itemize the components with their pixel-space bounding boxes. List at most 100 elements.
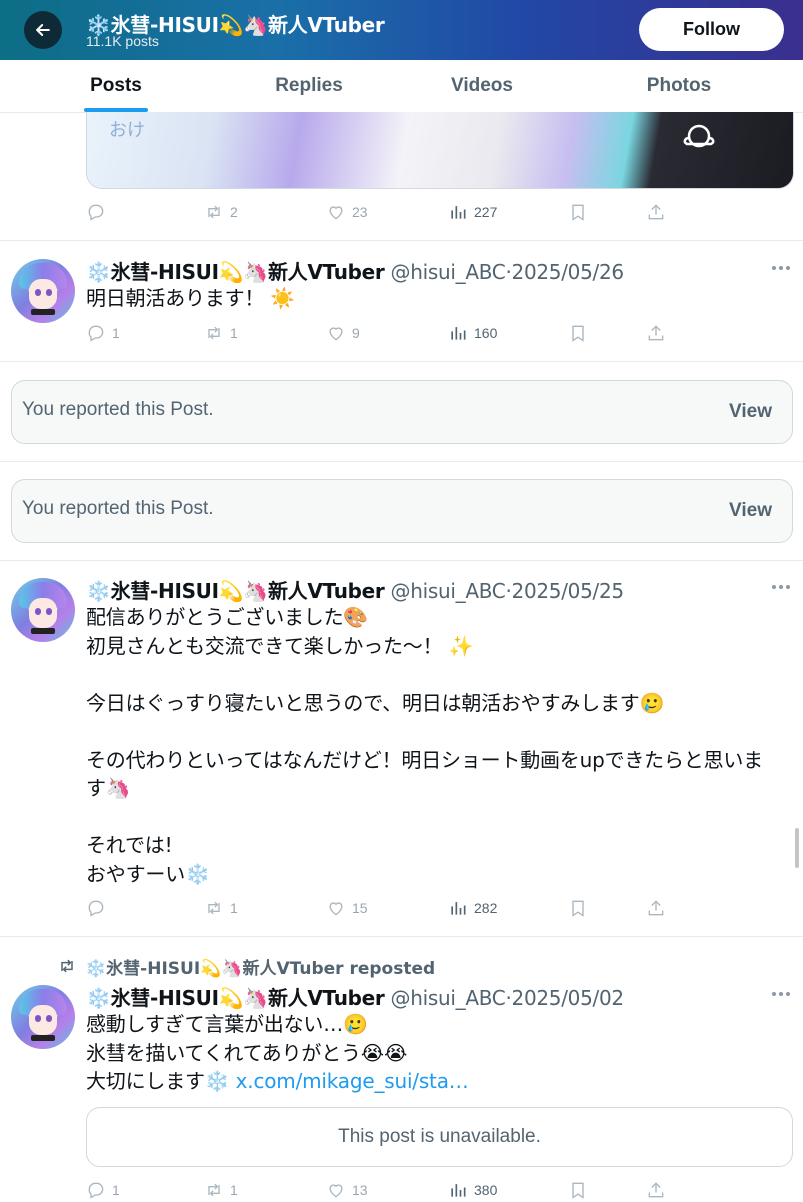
repost-label[interactable]: ❄️氷彗-HISUI💫🦄新人VTuber reposted <box>85 954 435 979</box>
repost-arrows-icon <box>208 326 220 340</box>
author-handle[interactable]: @hisui_ABC <box>391 986 506 1010</box>
post0-actions: 2 23 227 <box>86 200 686 224</box>
author-name[interactable]: ❄️氷彗-HISUI💫🦄新人VTuber <box>86 986 385 1010</box>
profile-tabs: Posts Replies Videos Photos <box>0 60 803 113</box>
bar-chart-icon <box>451 902 466 915</box>
tab-photos[interactable]: Photos <box>640 60 718 112</box>
post-text-line: 氷彗を描いてくれてありがとう😭😭 <box>86 1040 408 1065</box>
bookmark-icon <box>572 325 584 342</box>
post3-actions: 1 1 13 380 <box>86 1178 686 1202</box>
post2-header: ❄️氷彗-HISUI💫🦄新人VTuber @hisui_ABC·2025/05/… <box>86 579 625 603</box>
repost-button[interactable]: 1 <box>204 896 238 920</box>
like-count: 15 <box>352 900 368 916</box>
repost-arrows-icon <box>208 901 220 915</box>
reply-button[interactable]: 1 <box>86 1178 120 1202</box>
reported-post-notice: You reported this Post. View <box>11 479 793 543</box>
bookmark-icon <box>572 1182 584 1199</box>
speech-bubble-icon <box>88 204 104 221</box>
reply-button[interactable] <box>86 200 112 224</box>
post-text-line: 大切にします❄️ <box>86 1069 236 1093</box>
share-button[interactable] <box>646 896 666 920</box>
share-upload-icon <box>648 1182 664 1198</box>
avatar[interactable] <box>11 578 75 642</box>
post-divider <box>0 560 803 561</box>
repost-arrows-icon <box>208 205 220 219</box>
heart-icon <box>329 206 343 220</box>
author-name[interactable]: ❄️氷彗-HISUI💫🦄新人VTuber <box>86 260 385 284</box>
post-text: 明日朝活あります！ ☀️ <box>86 286 296 310</box>
bookmark-icon <box>572 900 584 917</box>
bar-chart-icon <box>451 206 466 219</box>
like-count: 23 <box>352 204 368 220</box>
post-count: 11.1K posts <box>86 33 159 49</box>
like-button[interactable]: 13 <box>326 1178 368 1202</box>
view-count: 380 <box>474 1182 498 1198</box>
repost-count: 1 <box>230 325 238 341</box>
avatar[interactable] <box>11 985 75 1049</box>
post-divider <box>0 240 803 241</box>
author-name[interactable]: ❄️氷彗-HISUI💫🦄新人VTuber <box>86 579 385 603</box>
media-character-icon <box>683 124 715 148</box>
repost-button[interactable]: 1 <box>204 321 238 345</box>
bookmark-button[interactable] <box>568 1178 588 1202</box>
post-link[interactable]: x.com/mikage_sui/sta… <box>236 1069 469 1093</box>
reply-button[interactable]: 1 <box>86 321 120 345</box>
author-handle[interactable]: @hisui_ABC <box>391 579 506 603</box>
bar-chart-icon <box>451 327 466 340</box>
post-divider <box>0 461 803 462</box>
reply-count: 1 <box>112 1182 120 1198</box>
ellipsis-icon[interactable] <box>771 991 791 997</box>
author-handle[interactable]: @hisui_ABC <box>391 260 506 284</box>
views-button[interactable]: 160 <box>448 321 497 345</box>
scrollbar[interactable] <box>795 828 799 868</box>
view-reported-button[interactable]: View <box>729 401 772 423</box>
tab-posts[interactable]: Posts <box>84 60 148 112</box>
reported-text: You reported this Post. <box>22 498 214 519</box>
post2-actions: 1 15 282 <box>86 896 686 920</box>
repost-arrows-icon <box>61 959 73 973</box>
like-button[interactable]: 23 <box>326 200 368 224</box>
tab-replies[interactable]: Replies <box>266 60 352 112</box>
view-reported-button[interactable]: View <box>729 500 772 522</box>
repost-button[interactable]: 1 <box>204 1178 238 1202</box>
reported-post-notice: You reported this Post. View <box>11 380 793 444</box>
post-date[interactable]: 2025/05/25 <box>512 579 625 603</box>
ellipsis-icon[interactable] <box>771 584 791 590</box>
heart-icon <box>329 902 343 916</box>
share-button[interactable] <box>646 1178 666 1202</box>
bookmark-icon <box>572 204 584 221</box>
repost-arrows-icon <box>208 1183 220 1197</box>
reported-text: You reported this Post. <box>22 399 214 420</box>
post-media-image[interactable]: おけ <box>86 112 794 189</box>
views-button[interactable]: 227 <box>448 200 497 224</box>
repost-count: 2 <box>230 204 238 220</box>
bar-chart-icon <box>451 1184 466 1197</box>
follow-button[interactable]: Follow <box>639 8 784 51</box>
views-button[interactable]: 380 <box>448 1178 497 1202</box>
bookmark-button[interactable] <box>568 896 588 920</box>
views-button[interactable]: 282 <box>448 896 497 920</box>
tab-videos[interactable]: Videos <box>442 60 522 112</box>
like-button[interactable]: 15 <box>326 896 368 920</box>
reply-button[interactable] <box>86 896 112 920</box>
avatar[interactable] <box>11 259 75 323</box>
profile-header: ❄️氷彗-HISUI💫🦄新人VTuber 11.1K posts Follow <box>0 0 803 60</box>
like-button[interactable]: 9 <box>326 321 360 345</box>
ellipsis-icon[interactable] <box>771 265 791 271</box>
bookmark-button[interactable] <box>568 321 588 345</box>
post-date[interactable]: 2025/05/02 <box>512 986 625 1010</box>
quoted-post-unavailable: This post is unavailable. <box>86 1107 793 1167</box>
repost-button[interactable]: 2 <box>204 200 238 224</box>
repost-count: 1 <box>230 900 238 916</box>
view-count: 160 <box>474 325 498 341</box>
share-button[interactable] <box>646 200 666 224</box>
back-button[interactable] <box>24 11 62 49</box>
heart-icon <box>329 327 343 341</box>
share-button[interactable] <box>646 321 666 345</box>
post-text-line: 感動しすぎて言葉が出ない…🥲 <box>86 1012 368 1036</box>
post-divider <box>0 361 803 362</box>
post3-header: ❄️氷彗-HISUI💫🦄新人VTuber @hisui_ABC·2025/05/… <box>86 986 625 1010</box>
post-text: 配信ありがとうございました🎨 初見さんとも交流できて楽しかった～！ ✨ 今日はぐ… <box>86 605 763 886</box>
post-date[interactable]: 2025/05/26 <box>512 260 625 284</box>
bookmark-button[interactable] <box>568 200 588 224</box>
